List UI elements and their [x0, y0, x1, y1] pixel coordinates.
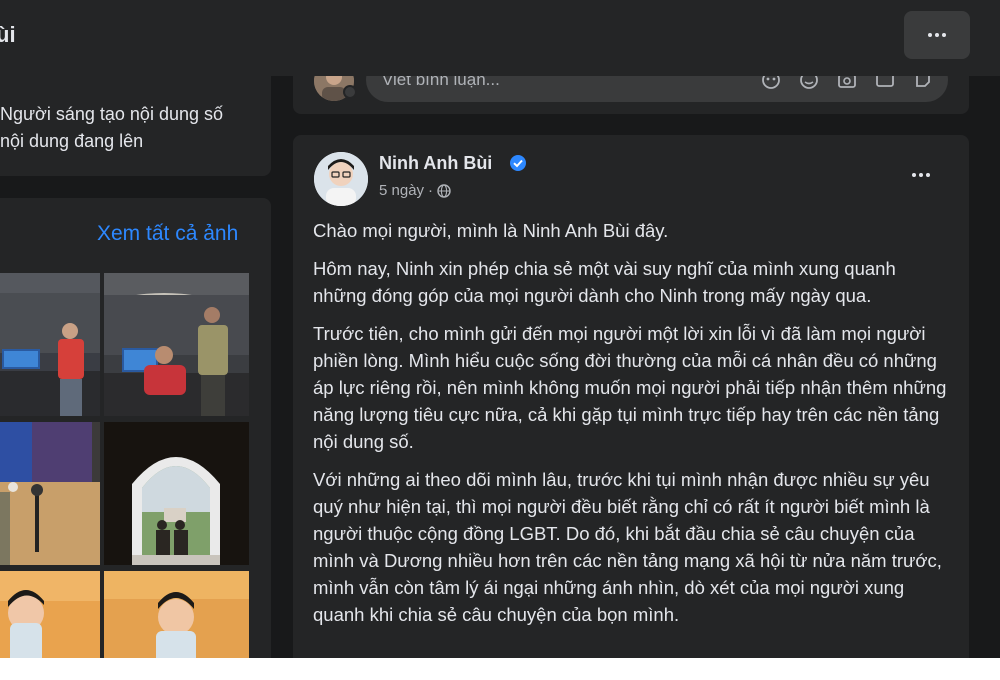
post-paragraph: Hôm nay, Ninh xin phép chia sẻ một vài s…: [313, 258, 896, 306]
post-meta: 5 ngày ·: [379, 182, 451, 199]
profile-name-header: ùi: [0, 22, 16, 47]
photo-thumbnail[interactable]: [104, 273, 249, 416]
post-options-button[interactable]: [903, 163, 939, 187]
more-horizontal-icon: [928, 33, 946, 37]
photo-thumbnail[interactable]: [0, 571, 100, 658]
intro-line-2: nội dung đang lên: [0, 131, 144, 151]
photo-thumbnail[interactable]: [104, 571, 249, 658]
emoji-icon[interactable]: [799, 76, 819, 90]
avatar-sticker-icon[interactable]: [761, 76, 781, 90]
more-horizontal-icon: [912, 173, 930, 177]
globe-icon: [437, 183, 451, 198]
intro-line-1: Người sáng tạo nội dung số: [0, 104, 223, 124]
post-paragraph: Trước tiên, cho mình gửi đến mọi người m…: [313, 323, 947, 452]
screenshot-bottom-margin: [0, 658, 1000, 680]
post-timestamp[interactable]: 5 ngày: [379, 182, 424, 199]
comment-input[interactable]: [366, 76, 948, 102]
post-author-name[interactable]: Ninh Anh Bùi: [379, 153, 492, 174]
camera-icon[interactable]: [837, 76, 857, 90]
avatar[interactable]: [314, 152, 368, 206]
photo-thumbnail[interactable]: [104, 422, 249, 565]
meta-separator: ·: [428, 182, 434, 199]
more-options-button[interactable]: [904, 11, 970, 59]
post-card: Ninh Anh Bùi 5 ngày · Chào mọi người, mì…: [293, 135, 969, 658]
profile-header-bar: ùi: [0, 0, 1000, 76]
see-all-photos-link[interactable]: Xem tất cả ảnh: [97, 222, 238, 246]
photos-card: Xem tất cả ảnh: [0, 198, 271, 658]
photo-thumbnail[interactable]: [0, 422, 100, 565]
post-text: Chào mọi người, mình là Ninh Anh Bùi đây…: [313, 217, 953, 639]
intro-card: Người sáng tạo nội dung số nội dung đang…: [0, 76, 271, 176]
post-paragraph: Với những ai theo dõi mình lâu, trước kh…: [313, 469, 942, 625]
photo-thumbnail[interactable]: [0, 273, 100, 416]
verified-badge-icon: [510, 155, 526, 171]
chevron-down-icon[interactable]: [343, 85, 357, 99]
facebook-profile-view: ùi Người sáng tạo nội dung số nội dung đ…: [0, 0, 1000, 658]
gif-icon[interactable]: [875, 76, 895, 90]
comment-composer-card: [293, 76, 969, 114]
sticker-icon[interactable]: [913, 76, 933, 90]
post-paragraph: Chào mọi người, mình là Ninh Anh Bùi đây…: [313, 220, 669, 241]
